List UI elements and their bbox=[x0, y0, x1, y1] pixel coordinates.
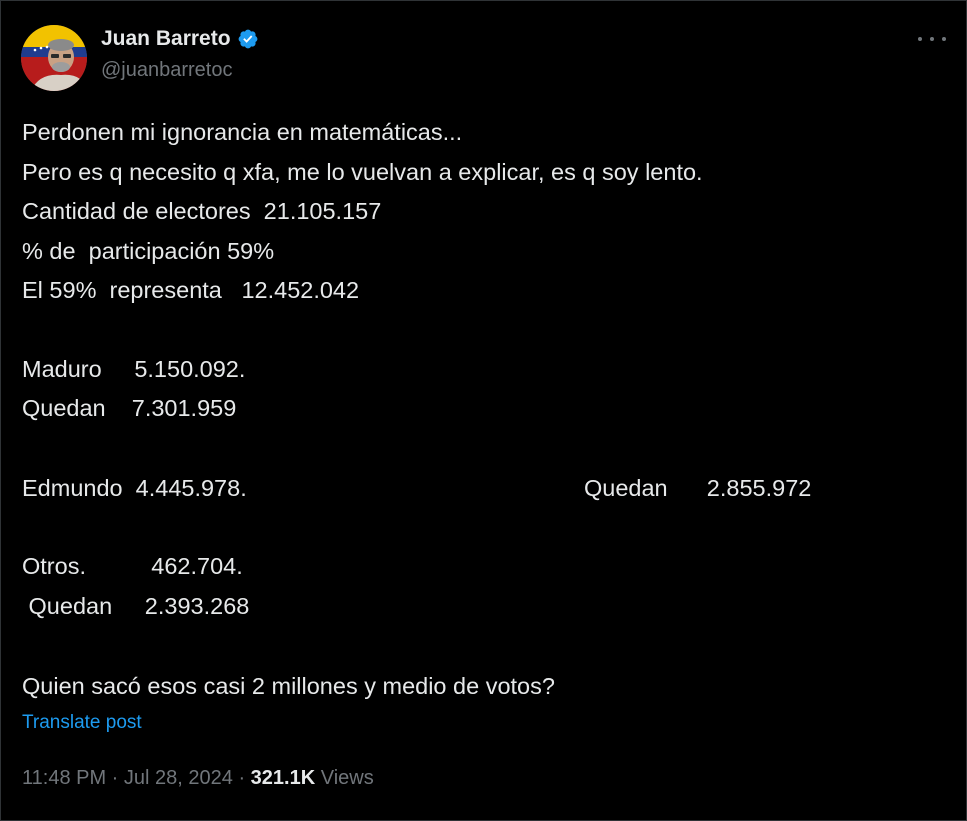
post-date[interactable]: Jul 28, 2024 bbox=[124, 767, 233, 790]
post-line: % de participación 59% bbox=[22, 238, 275, 264]
post-line: Otros. 462.704. bbox=[22, 553, 243, 579]
post-meta: 11:48 PM · Jul 28, 2024 · 321.1K Views bbox=[22, 767, 374, 790]
post-line: Cantidad de electores 21.105.157 bbox=[22, 198, 382, 224]
post-line: Edmundo 4.445.978. bbox=[22, 475, 247, 501]
meta-separator: · bbox=[232, 767, 251, 789]
translate-post-link[interactable]: Translate post bbox=[22, 712, 142, 734]
avatar-image bbox=[21, 25, 87, 91]
verified-badge-icon bbox=[238, 29, 257, 49]
post-line: Perdonen mi ignorancia en matemáticas... bbox=[22, 119, 463, 145]
post-line: Pero es q necesito q xfa, me lo vuelvan … bbox=[22, 159, 703, 185]
author-display-name[interactable]: Juan Barreto bbox=[101, 27, 231, 51]
post-line: Quedan 2.855.972 bbox=[584, 475, 812, 501]
post-card: Juan Barreto @juanbarretoc Perdonen mi i… bbox=[0, 0, 967, 821]
views-count[interactable]: 321.1K bbox=[251, 767, 316, 790]
post-line: Quien sacó esos casi 2 millones y medio … bbox=[22, 673, 555, 699]
post-line: El 59% representa 12.452.042 bbox=[22, 277, 360, 303]
meta-separator: · bbox=[106, 767, 124, 789]
author-name-row: Juan Barreto bbox=[101, 27, 259, 51]
post-line: Quedan 7.301.959 bbox=[22, 395, 237, 421]
more-options-icon[interactable] bbox=[918, 29, 946, 49]
post-time[interactable]: 11:48 PM bbox=[22, 767, 106, 790]
views-label: Views bbox=[315, 767, 374, 789]
avatar[interactable] bbox=[21, 25, 87, 91]
post-line: Maduro 5.150.092. bbox=[22, 356, 246, 382]
post-line: Quedan 2.393.268 bbox=[22, 593, 250, 619]
author-handle[interactable]: @juanbarretoc bbox=[101, 59, 232, 82]
